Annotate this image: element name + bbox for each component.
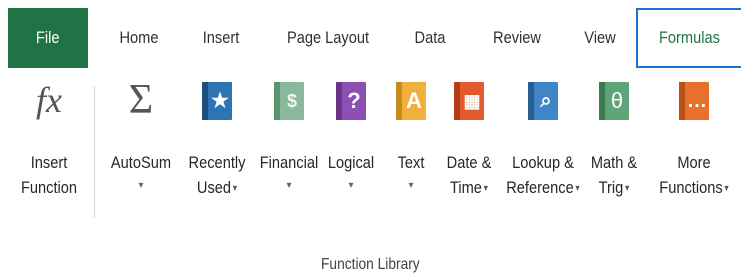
group-label-function-library: Function Library <box>0 256 741 274</box>
recently-used-line1: Recently <box>188 153 246 172</box>
sigma-icon: Σ <box>121 78 161 122</box>
letter-a-glyph: A <box>406 88 422 113</box>
financial-dropdown-arrow[interactable]: ▾ <box>255 175 323 197</box>
chevron-down-icon[interactable]: ▾ <box>233 183 237 194</box>
tab-file[interactable]: File <box>8 8 88 68</box>
theta-glyph: θ <box>610 88 624 113</box>
lookup-reference-line2: Reference <box>506 178 574 197</box>
calendar-glyph: ▦ <box>463 91 481 111</box>
group-label-text: Function Library <box>321 256 420 273</box>
logical-label: Logical ▾ <box>324 150 378 197</box>
tab-formulas[interactable]: Formulas <box>636 8 741 68</box>
lookup-reference-label: Lookup & Reference ▾ <box>500 150 585 201</box>
text-dropdown-arrow[interactable]: ▾ <box>395 175 426 197</box>
star-book-icon: ★ <box>202 82 232 120</box>
financial-label: Financial ▾ <box>255 150 323 197</box>
chevron-down-icon[interactable]: ▾ <box>484 183 488 194</box>
insert-function-label: Insert Function <box>16 150 81 200</box>
text-book-icon: A <box>396 82 426 120</box>
autosum-dropdown-arrow[interactable]: ▾ <box>106 175 176 197</box>
sigma-glyph: Σ <box>128 77 154 123</box>
tab-insert[interactable]: Insert <box>194 8 247 68</box>
question-book-icon: ? <box>336 82 366 120</box>
chevron-down-icon[interactable]: ▾ <box>575 183 579 194</box>
chevron-down-icon[interactable]: ▾ <box>724 183 728 194</box>
tab-home[interactable]: Home <box>112 8 165 68</box>
star-glyph: ★ <box>211 90 229 112</box>
more-functions-label: More Functions ▾ <box>654 150 735 201</box>
theta-book-icon: θ <box>599 82 629 120</box>
text-label: Text ▾ <box>395 150 426 197</box>
magnifier-glyph: ⌕ <box>540 90 552 112</box>
date-time-line2: Time <box>449 178 482 197</box>
coins-book-icon: $ <box>274 82 304 120</box>
financial-line1: Financial <box>259 153 319 172</box>
date-time-label: Date & Time ▾ <box>443 150 495 201</box>
ellipsis-book-icon: … <box>679 82 709 120</box>
calendar-book-icon: ▦ <box>454 82 484 120</box>
tab-view[interactable]: View <box>579 8 622 68</box>
more-functions-line1: More <box>677 153 711 172</box>
math-trig-line2: Trig <box>598 178 624 197</box>
logical-dropdown-arrow[interactable]: ▾ <box>324 175 378 197</box>
lookup-reference-line1: Lookup & <box>512 153 574 172</box>
tab-page-layout[interactable]: Page Layout <box>283 8 372 68</box>
insert-function-line1: Insert <box>30 153 68 172</box>
more-functions-line2: Functions <box>659 178 723 197</box>
logical-line1: Logical <box>327 153 375 172</box>
tab-file-label: File <box>36 28 60 47</box>
autosum-label: AutoSum ▾ <box>106 150 176 197</box>
magnifier-book-icon: ⌕ <box>528 82 558 120</box>
text-line1: Text <box>397 153 425 172</box>
coins-glyph: $ <box>286 91 297 111</box>
ellipsis-glyph: … <box>687 90 707 112</box>
chevron-down-icon[interactable]: ▾ <box>625 183 629 194</box>
tab-data[interactable]: Data <box>409 8 452 68</box>
date-time-line1: Date & <box>446 153 492 172</box>
ribbon-tab-bar: File Home Insert Page Layout Data Review… <box>0 0 741 76</box>
formulas-ribbon: fx Insert Function Σ AutoSum ▾ ★ Recentl… <box>0 76 741 273</box>
recently-used-label: Recently Used ▾ <box>184 150 250 201</box>
fx-icon: fx <box>29 78 69 122</box>
ribbon-separator <box>94 86 95 218</box>
tab-review[interactable]: Review <box>487 8 547 68</box>
autosum-line1: AutoSum <box>110 153 172 172</box>
question-glyph: ? <box>347 88 361 113</box>
tab-formulas-label: Formulas <box>659 28 720 47</box>
math-trig-label: Math & Trig ▾ <box>587 150 641 201</box>
recently-used-line2: Used <box>196 178 232 197</box>
math-trig-line1: Math & <box>590 153 638 172</box>
insert-function-line2: Function <box>20 178 78 197</box>
fx-glyph: fx <box>36 80 62 120</box>
